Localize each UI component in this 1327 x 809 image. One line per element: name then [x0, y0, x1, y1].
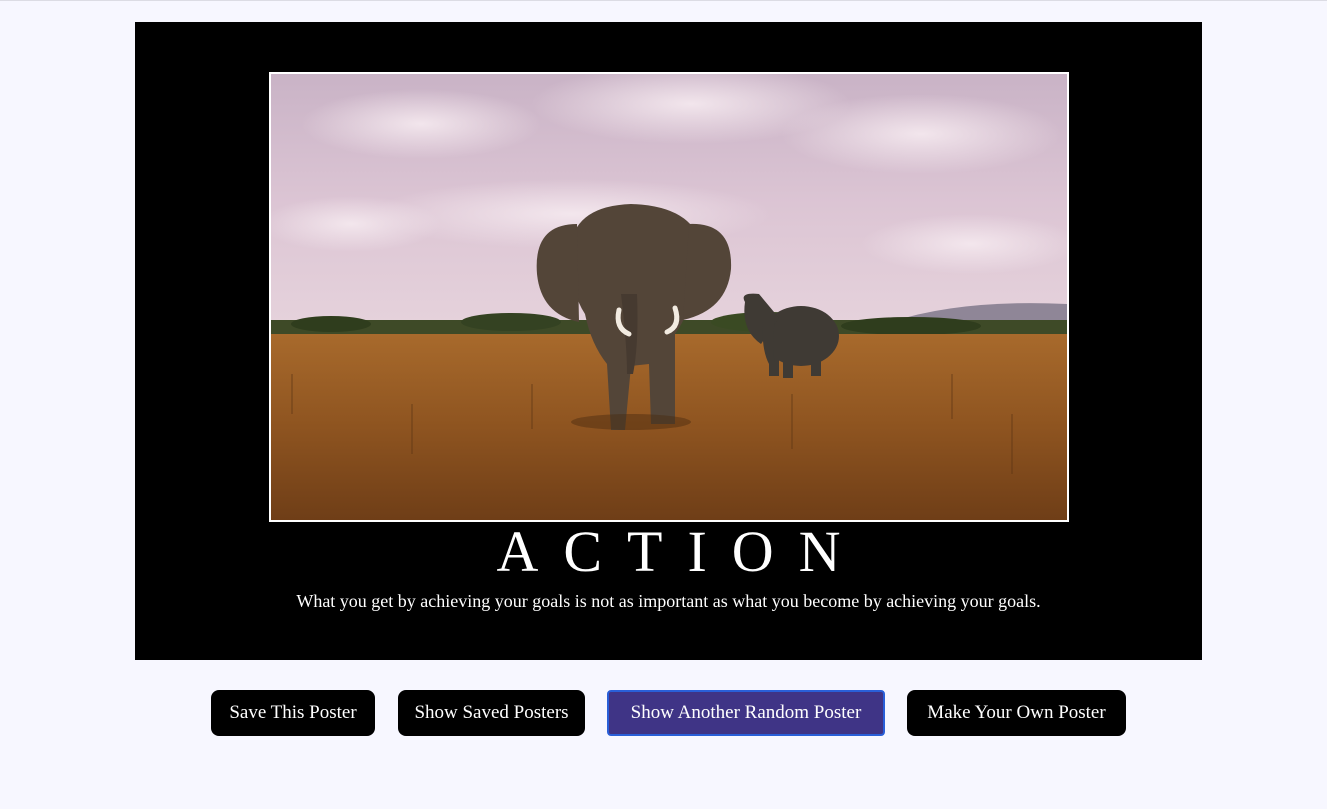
- show-saved-posters-button[interactable]: Show Saved Posters: [398, 690, 585, 736]
- poster-title: ACTION: [496, 519, 866, 584]
- poster-image: [269, 72, 1069, 522]
- elephants-photo: [271, 74, 1067, 520]
- make-own-poster-button[interactable]: Make Your Own Poster: [907, 690, 1126, 736]
- poster-quote: What you get by achieving your goals is …: [296, 591, 1041, 611]
- show-random-poster-button[interactable]: Show Another Random Poster: [607, 690, 885, 736]
- poster: ACTION What you get by achieving your go…: [135, 22, 1202, 660]
- save-poster-button[interactable]: Save This Poster: [211, 690, 375, 736]
- top-divider: [0, 0, 1327, 1]
